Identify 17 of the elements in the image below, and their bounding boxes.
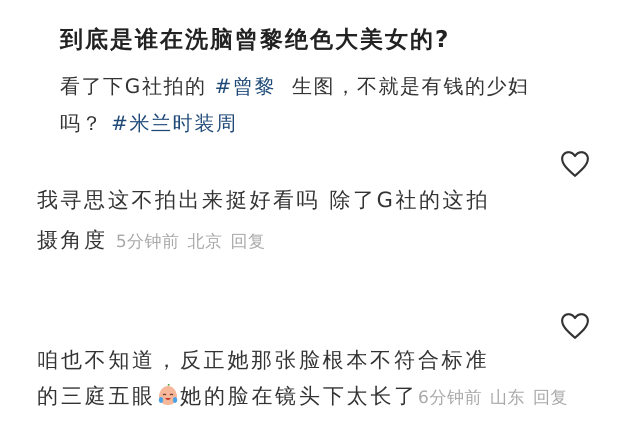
comment-location: 山东 [490, 387, 525, 410]
comment-text: 摄角度 [37, 227, 108, 254]
comment-location: 北京 [188, 231, 223, 254]
comment-text: 的三庭五眼 她的脸在镜头下太长了 [37, 382, 418, 410]
comment-text: 咱也不知道，反正她那张脸根本不符合标准 [37, 347, 490, 374]
crying-face-icon [156, 383, 180, 407]
post-text: 生图，不就是有钱的少妇 [291, 74, 530, 98]
post-title: 到底是谁在洗脑曾黎绝色大美女的? [60, 26, 452, 55]
comment-time: 5分钟前 [116, 231, 180, 254]
comment-time: 6分钟前 [418, 387, 482, 410]
comment-text: 我寻思这不拍出来挺好看吗 除了G社的这拍 [37, 187, 490, 214]
heart-icon[interactable] [560, 312, 590, 340]
post-text: 看了下G社拍的 [60, 74, 208, 98]
heart-icon[interactable] [560, 150, 590, 178]
post-text: 吗？ [60, 111, 104, 135]
hashtag-link[interactable]: #米兰时装周 [111, 111, 238, 135]
hashtag-link[interactable]: #曾黎 [214, 74, 276, 98]
